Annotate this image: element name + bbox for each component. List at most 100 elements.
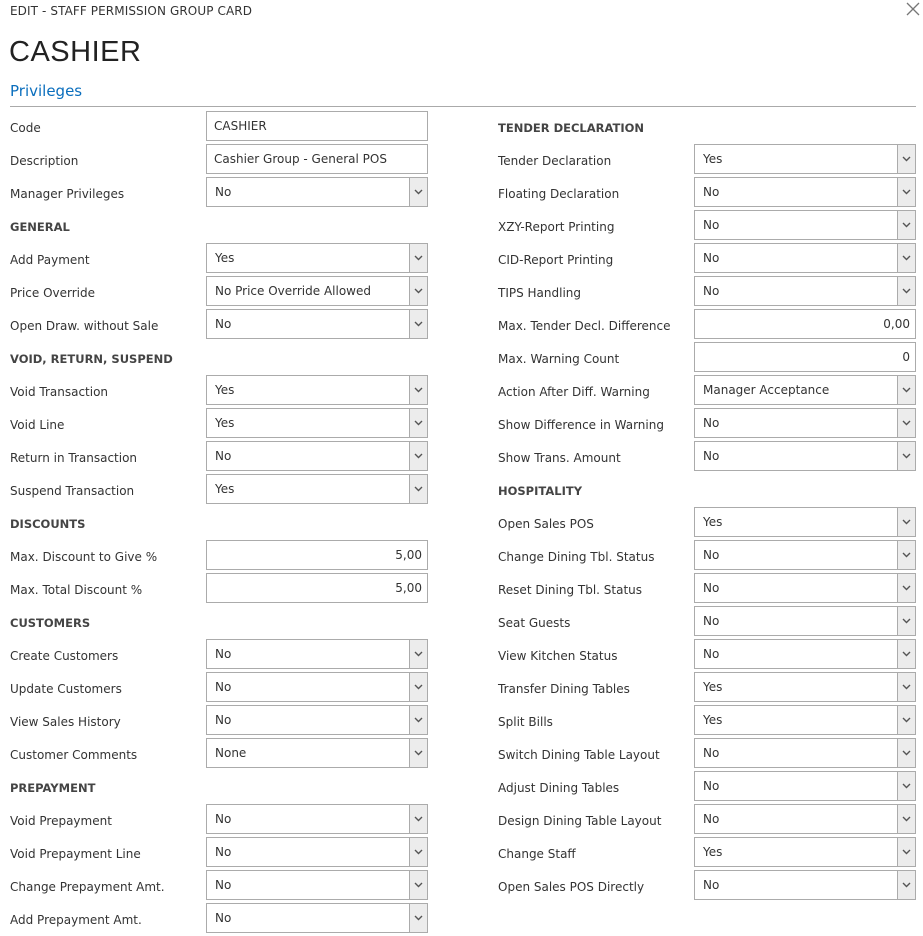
chevron-down-icon[interactable] bbox=[897, 805, 915, 833]
divider bbox=[10, 106, 916, 107]
chevron-down-icon[interactable] bbox=[897, 640, 915, 668]
seat-guests-select[interactable]: No bbox=[694, 606, 916, 636]
void-prepayment-line-select[interactable]: No bbox=[206, 837, 428, 867]
chevron-down-icon[interactable] bbox=[409, 706, 427, 734]
customer-comments-select[interactable]: None bbox=[206, 738, 428, 768]
field-value: No bbox=[215, 878, 232, 892]
open-draw-without-sale-select[interactable]: No bbox=[206, 309, 428, 339]
view-sales-history-select[interactable]: No bbox=[206, 705, 428, 735]
change-dining-tbl-status-select[interactable]: No bbox=[694, 540, 916, 570]
field-label: Reset Dining Tbl. Status bbox=[498, 582, 643, 597]
create-customers-select[interactable]: No bbox=[206, 639, 428, 669]
field-value: 5,00 bbox=[395, 581, 422, 595]
action-after-diff-warning-select[interactable]: Manager Acceptance bbox=[694, 375, 916, 405]
tab-privileges[interactable]: Privileges bbox=[10, 82, 82, 100]
chevron-down-icon[interactable] bbox=[409, 244, 427, 272]
field-view-kitchen-status: View Kitchen Status No bbox=[498, 639, 916, 672]
change-prepayment-amt-select[interactable]: No bbox=[206, 870, 428, 900]
field-value: Yes bbox=[215, 416, 235, 430]
return-in-transaction-select[interactable]: No bbox=[206, 441, 428, 471]
reset-dining-tbl-status-select[interactable]: No bbox=[694, 573, 916, 603]
chevron-down-icon[interactable] bbox=[409, 442, 427, 470]
field-adjust-dining-tables: Adjust Dining Tables No bbox=[498, 771, 916, 804]
chevron-down-icon[interactable] bbox=[897, 706, 915, 734]
field-create-customers: Create Customers No bbox=[10, 639, 428, 672]
chevron-down-icon[interactable] bbox=[409, 838, 427, 866]
description-input[interactable]: Cashier Group - General POS bbox=[206, 144, 428, 174]
chevron-down-icon[interactable] bbox=[897, 376, 915, 404]
field-seat-guests: Seat Guests No bbox=[498, 606, 916, 639]
field-value: No bbox=[215, 317, 232, 331]
void-prepayment-select[interactable]: No bbox=[206, 804, 428, 834]
transfer-dining-tables-select[interactable]: Yes bbox=[694, 672, 916, 702]
show-difference-in-warning-select[interactable]: No bbox=[694, 408, 916, 438]
chevron-down-icon[interactable] bbox=[897, 772, 915, 800]
chevron-down-icon[interactable] bbox=[409, 376, 427, 404]
chevron-down-icon[interactable] bbox=[897, 508, 915, 536]
close-button[interactable] bbox=[905, 0, 923, 20]
update-customers-select[interactable]: No bbox=[206, 672, 428, 702]
chevron-down-icon[interactable] bbox=[897, 244, 915, 272]
chevron-down-icon[interactable] bbox=[409, 310, 427, 338]
chevron-down-icon[interactable] bbox=[409, 805, 427, 833]
chevron-down-icon[interactable] bbox=[409, 178, 427, 206]
field-label: Max. Warning Count bbox=[498, 351, 620, 366]
chevron-down-icon[interactable] bbox=[897, 871, 915, 899]
add-payment-select[interactable]: Yes bbox=[206, 243, 428, 273]
chevron-down-icon[interactable] bbox=[897, 607, 915, 635]
switch-dining-table-layout-select[interactable]: No bbox=[694, 738, 916, 768]
max-total-discount-input[interactable]: 5,00 bbox=[206, 573, 428, 603]
floating-declaration-select[interactable]: No bbox=[694, 177, 916, 207]
cid-report-printing-select[interactable]: No bbox=[694, 243, 916, 273]
chevron-down-icon[interactable] bbox=[409, 739, 427, 767]
chevron-down-icon[interactable] bbox=[897, 574, 915, 602]
section-heading: DISCOUNTS bbox=[10, 516, 86, 531]
field-max-discount-to-give: Max. Discount to Give % 5,00 bbox=[10, 540, 428, 573]
max-warning-count-input[interactable]: 0 bbox=[694, 342, 916, 372]
chevron-down-icon[interactable] bbox=[897, 178, 915, 206]
chevron-down-icon[interactable] bbox=[897, 442, 915, 470]
chevron-down-icon[interactable] bbox=[897, 673, 915, 701]
adjust-dining-tables-select[interactable]: No bbox=[694, 771, 916, 801]
xzy-report-printing-select[interactable]: No bbox=[694, 210, 916, 240]
field-value: Cashier Group - General POS bbox=[214, 152, 387, 166]
change-staff-select[interactable]: Yes bbox=[694, 837, 916, 867]
field-transfer-dining-tables: Transfer Dining Tables Yes bbox=[498, 672, 916, 705]
void-transaction-select[interactable]: Yes bbox=[206, 375, 428, 405]
manager-privileges-select[interactable]: No bbox=[206, 177, 428, 207]
suspend-transaction-select[interactable]: Yes bbox=[206, 474, 428, 504]
max-discount-to-give-input[interactable]: 5,00 bbox=[206, 540, 428, 570]
chevron-down-icon[interactable] bbox=[897, 409, 915, 437]
tender-declaration-select[interactable]: Yes bbox=[694, 144, 916, 174]
field-action-after-diff-warning: Action After Diff. Warning Manager Accept… bbox=[498, 375, 916, 408]
field-label: Price Override bbox=[10, 285, 96, 300]
max-tender-decl-difference-input[interactable]: 0,00 bbox=[694, 309, 916, 339]
chevron-down-icon[interactable] bbox=[409, 871, 427, 899]
void-line-select[interactable]: Yes bbox=[206, 408, 428, 438]
chevron-down-icon[interactable] bbox=[897, 541, 915, 569]
chevron-down-icon[interactable] bbox=[897, 277, 915, 305]
section-discounts: DISCOUNTS bbox=[10, 507, 428, 540]
chevron-down-icon[interactable] bbox=[409, 904, 427, 932]
chevron-down-icon[interactable] bbox=[897, 838, 915, 866]
split-bills-select[interactable]: Yes bbox=[694, 705, 916, 735]
chevron-down-icon[interactable] bbox=[409, 475, 427, 503]
open-sales-pos-directly-select[interactable]: No bbox=[694, 870, 916, 900]
chevron-down-icon[interactable] bbox=[897, 211, 915, 239]
tips-handling-select[interactable]: No bbox=[694, 276, 916, 306]
right-column: TENDER DECLARATION Tender Declaration Yes F… bbox=[498, 111, 916, 903]
field-value: Yes bbox=[703, 152, 723, 166]
code-input[interactable]: CASHIER bbox=[206, 111, 428, 141]
chevron-down-icon[interactable] bbox=[409, 640, 427, 668]
show-trans-amount-select[interactable]: No bbox=[694, 441, 916, 471]
open-sales-pos-select[interactable]: Yes bbox=[694, 507, 916, 537]
chevron-down-icon[interactable] bbox=[409, 673, 427, 701]
chevron-down-icon[interactable] bbox=[897, 739, 915, 767]
chevron-down-icon[interactable] bbox=[409, 277, 427, 305]
view-kitchen-status-select[interactable]: No bbox=[694, 639, 916, 669]
field-label: Change Prepayment Amt. bbox=[10, 879, 165, 894]
chevron-down-icon[interactable] bbox=[409, 409, 427, 437]
price-override-select[interactable]: No Price Override Allowed bbox=[206, 276, 428, 306]
design-dining-table-layout-select[interactable]: No bbox=[694, 804, 916, 834]
chevron-down-icon[interactable] bbox=[897, 145, 915, 173]
